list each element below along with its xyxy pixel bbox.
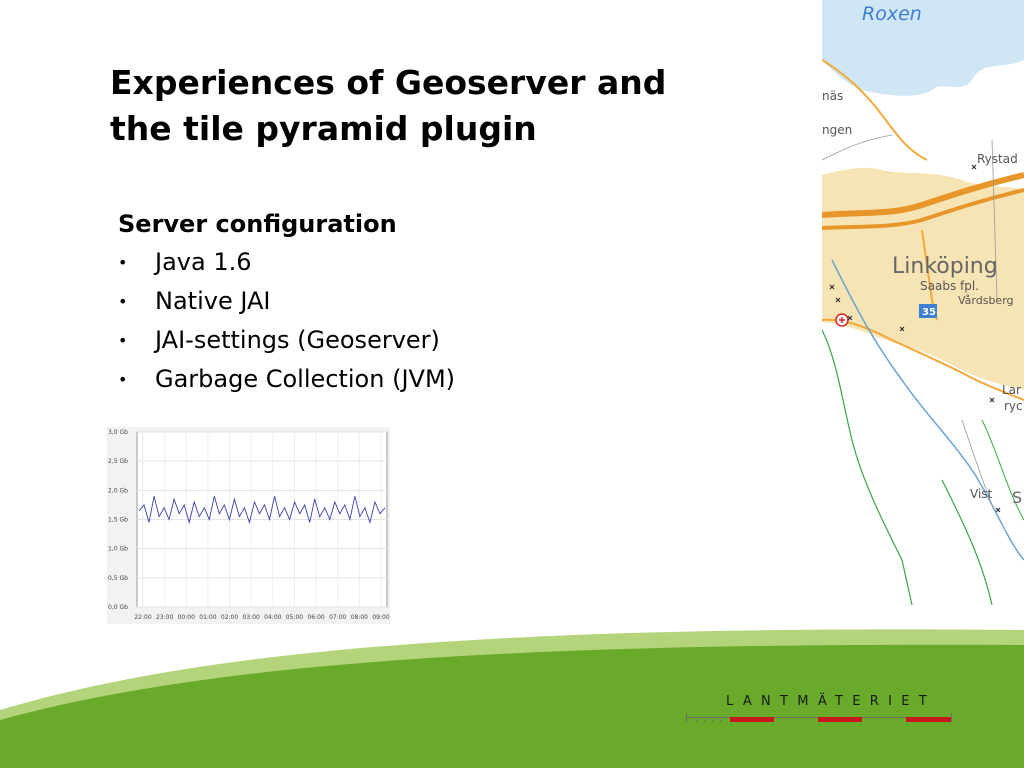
map-label-lar: Lar [1002, 383, 1021, 397]
bullet-item: • Garbage Collection (JVM) [118, 360, 718, 399]
logo-scale-bar [686, 713, 952, 722]
map-label-rystad: Rystad [977, 152, 1018, 166]
bullet-icon: • [118, 253, 128, 272]
map-image: Roxen näs ngen Rystad Linköping Saabs fp… [822, 0, 1024, 605]
chart-y-tick-label: 2,0 Gb [108, 487, 128, 494]
map-label-city: Linköping [892, 254, 998, 279]
map-label-lake: Roxen [862, 3, 922, 25]
bullet-icon: • [118, 370, 128, 389]
slide-body: Server configuration • Java 1.6 • Native J… [118, 205, 718, 399]
map-label-vist: Vist [970, 487, 993, 501]
bullet-icon: • [118, 331, 128, 350]
bullet-text: Garbage Collection (JVM) [155, 365, 456, 393]
map-label-nas: näs [822, 89, 843, 103]
logo-text: LANTMÄTERIET [726, 694, 936, 709]
bullet-list: • Java 1.6 • Native JAI • JAI-settings (Geo… [118, 243, 718, 399]
chart-y-tick-label: 1,0 Gb [108, 546, 128, 553]
title-line-1: Experiences of Geoserver and [110, 63, 667, 102]
memory-chart-svg: 0,0 Gb0,5 Gb1,0 Gb1,5 Gb2,0 Gb2,5 Gb3,0 … [107, 427, 390, 624]
title-line-2: the tile pyramid plugin [110, 109, 537, 148]
map-label-road: 35 [922, 307, 936, 318]
slide: Roxen näs ngen Rystad Linköping Saabs fp… [0, 0, 1024, 768]
bullet-text: Java 1.6 [155, 248, 252, 276]
map-label-saab: Saabs fpl. [920, 279, 979, 293]
chart-y-tick-label: 1,5 Gb [108, 517, 128, 524]
chart-y-tick-label: 2,5 Gb [108, 458, 128, 465]
bullet-item: • Native JAI [118, 282, 718, 321]
bullet-text: JAI-settings (Geoserver) [155, 326, 440, 354]
map-label-s: S [1012, 488, 1022, 507]
bullet-text: Native JAI [155, 287, 271, 315]
bullet-item: • Java 1.6 [118, 243, 718, 282]
chart-y-tick-label: 0,5 Gb [108, 575, 128, 582]
slide-title: Experiences of Geoserver and the tile py… [110, 60, 810, 152]
map-label-ryc: ryc [1004, 399, 1023, 413]
lantmateriet-logo: LANTMÄTERIET [686, 690, 952, 730]
subheading: Server configuration [118, 210, 397, 238]
map-label-vardsberg: Vårdsberg [958, 294, 1014, 307]
bullet-icon: • [118, 292, 128, 311]
chart-y-tick-label: 3,0 Gb [108, 429, 128, 436]
bullet-item: • JAI-settings (Geoserver) [118, 321, 718, 360]
footer-swoosh [0, 629, 1024, 768]
memory-chart: 0,0 Gb 0,5 Gb 1,0 Gb 1,5 Gb 2,0 Gb 2,5 Gb 3,0 … [107, 427, 390, 624]
map-label-ngen: ngen [822, 123, 852, 137]
